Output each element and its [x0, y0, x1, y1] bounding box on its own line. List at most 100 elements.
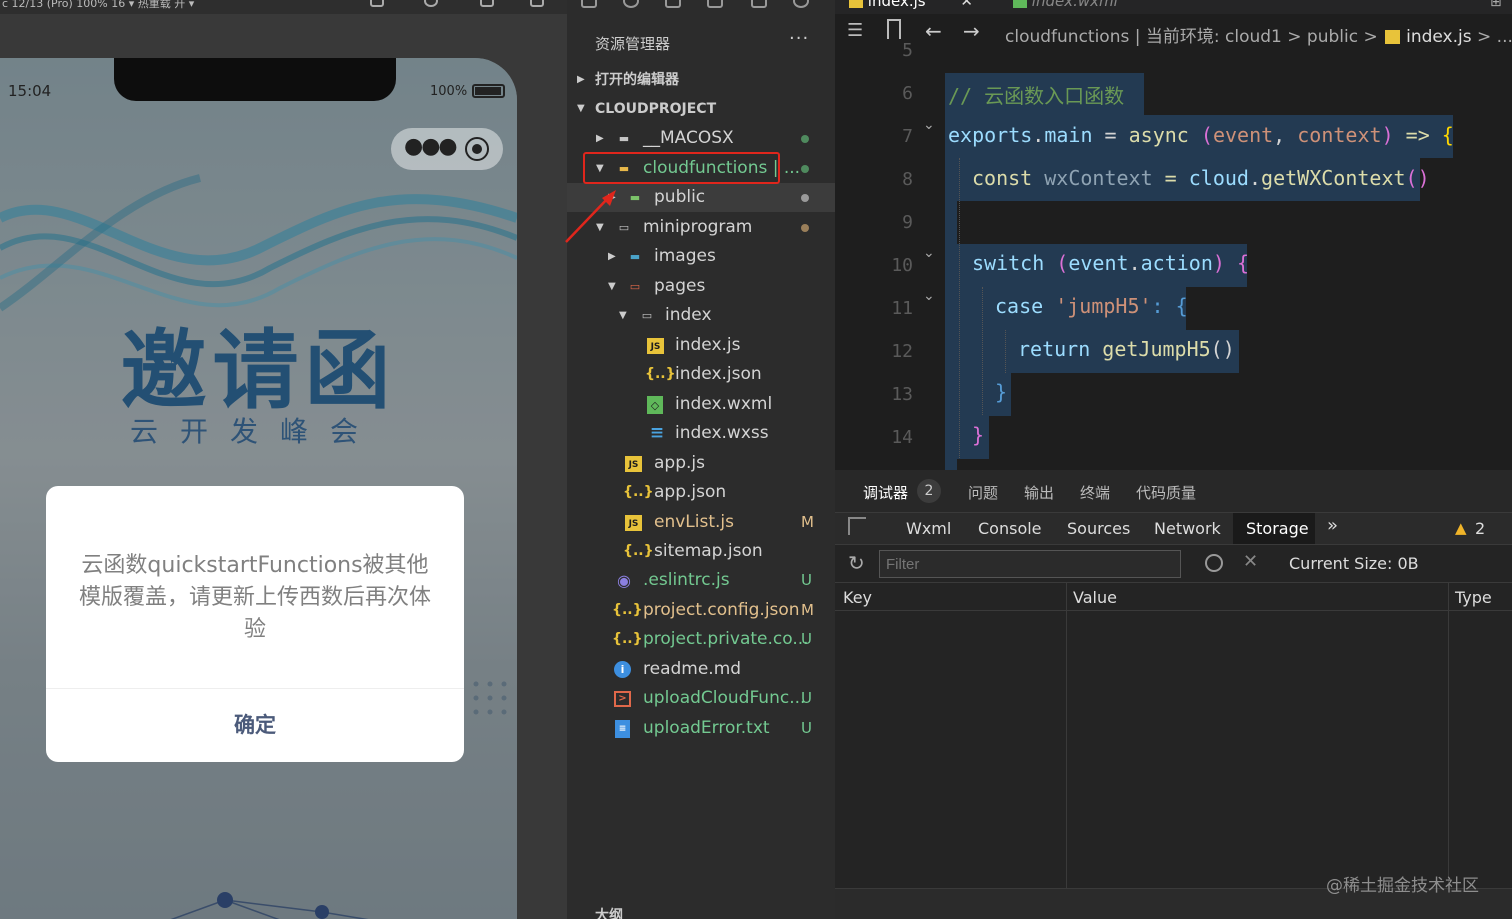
tree-item-project-config[interactable]: {..} project.config.json M — [567, 596, 835, 625]
extensions-icon[interactable] — [707, 0, 723, 8]
tab-index-js[interactable]: index.js ✕ — [849, 0, 973, 14]
chevron-right-icon[interactable]: ▶ — [596, 124, 604, 153]
close-icon[interactable]: ✕ — [960, 0, 973, 10]
chevron-down-icon[interactable]: ▼ — [577, 95, 585, 123]
tree-item-index-json[interactable]: {..} index.json — [567, 360, 835, 389]
breadcrumb-text[interactable]: cloudfunctions | 当前环境: cloud1 > public > — [1005, 27, 1383, 47]
code-token: ) { — [1212, 251, 1249, 275]
clear-all-icon[interactable] — [1205, 554, 1223, 572]
tab-storage[interactable]: Storage — [1233, 513, 1315, 545]
project-section[interactable]: ▼ CLOUDPROJECT — [567, 95, 835, 123]
breadcrumb-path[interactable]: cloudfunctions | 当前环境: cloud1 > public >… — [1005, 22, 1512, 47]
column-divider[interactable] — [1448, 583, 1449, 889]
search-icon[interactable] — [623, 0, 639, 8]
tree-item-index-folder[interactable]: ▼ ▭ index — [567, 301, 835, 330]
chevron-down-icon[interactable]: ▼ — [608, 272, 616, 301]
modal-dialog: 云函数quickstartFunctions被其他模版覆盖，请更新上传西数后再次… — [46, 486, 464, 762]
breadcrumb-file[interactable]: index.js — [1406, 27, 1472, 47]
code-line-10[interactable]: switch (event.action) { — [972, 251, 1249, 275]
indent-guide — [982, 287, 983, 415]
tree-item-app-js[interactable]: JS app.js — [567, 449, 835, 478]
code-editor[interactable]: index.js ✕ index.wxml ⊞ ☰ ← → cloudfunct… — [835, 0, 1512, 470]
more-dots-icon[interactable]: ●●● — [404, 134, 458, 159]
js-file-icon: JS — [647, 338, 664, 354]
json-file-icon: {..} — [623, 543, 654, 559]
debug-icon[interactable] — [751, 0, 767, 8]
forward-arrow-icon[interactable]: → — [963, 19, 980, 43]
tree-item-index-wxss[interactable]: ≡ index.wxss — [567, 419, 835, 448]
tree-item-pages[interactable]: ▼ ▭ pages — [567, 272, 835, 301]
fold-chevron-icon[interactable]: ⌄ — [923, 288, 935, 304]
source-control-icon[interactable] — [665, 0, 681, 8]
breadcrumb-tail[interactable]: > ... — [1477, 27, 1512, 47]
files-icon[interactable] — [581, 0, 597, 8]
confirm-button[interactable]: 确定 — [46, 689, 464, 762]
storage-table[interactable]: Key Value Type — [835, 582, 1512, 889]
tab-problems[interactable]: 问题 — [968, 482, 998, 503]
tree-item-index-js[interactable]: JS index.js — [567, 331, 835, 360]
phone-icon[interactable] — [480, 0, 494, 7]
tab-terminal[interactable]: 终端 — [1080, 482, 1110, 503]
tab-sources[interactable]: Sources — [1067, 519, 1130, 538]
warning-count[interactable]: 2 — [1475, 519, 1485, 538]
tab-index-wxml[interactable]: index.wxml — [1013, 0, 1118, 14]
list-icon[interactable]: ☰ — [847, 20, 863, 41]
tree-item-readme[interactable]: i readme.md — [567, 655, 835, 684]
column-key[interactable]: Key — [843, 588, 872, 607]
tree-item-macosx[interactable]: ▶ ▬ __MACOSX — [567, 124, 835, 153]
tree-item-envlist-js[interactable]: JS envList.js M — [567, 508, 835, 537]
column-divider[interactable] — [1066, 583, 1067, 889]
fold-chevron-icon[interactable]: ⌄ — [923, 117, 935, 133]
more-tabs-icon[interactable]: » — [1327, 515, 1338, 536]
tab-code-quality[interactable]: 代码质量 — [1136, 482, 1196, 503]
code-line-12[interactable]: return getJumpH5() — [1018, 337, 1235, 361]
line-number: 12 — [891, 341, 913, 362]
tab-console[interactable]: Console — [978, 519, 1042, 538]
window-icon[interactable] — [530, 0, 544, 7]
tree-item-uploaderror[interactable]: ≡ uploadError.txt U — [567, 714, 835, 743]
tab-network[interactable]: Network — [1154, 519, 1221, 538]
more-actions-icon[interactable]: ··· — [789, 28, 809, 49]
split-editor-icon[interactable]: ⊞ — [1490, 0, 1502, 10]
tab-wxml[interactable]: Wxml — [906, 519, 951, 538]
back-arrow-icon[interactable]: ← — [925, 19, 942, 43]
wxml-file-icon — [1013, 0, 1027, 8]
cloud-icon[interactable] — [793, 0, 809, 8]
close-target-icon[interactable] — [465, 137, 489, 161]
simulator-toolbar[interactable]: c 12/13 (Pro) 100% 16 ▾ 热重载 开 ▾ — [0, 0, 567, 14]
code-line-14[interactable]: } — [972, 423, 984, 447]
delete-selected-icon[interactable]: ✕ — [1243, 551, 1258, 572]
code-line-11[interactable]: case 'jumpH5': { — [995, 294, 1188, 318]
code-line-8[interactable]: const wxContext = cloud.getWXContext() — [972, 166, 1430, 190]
mini-program-capsule[interactable]: ●●● — [391, 128, 503, 170]
tree-item-app-json[interactable]: {..} app.json — [567, 478, 835, 507]
tab-output[interactable]: 输出 — [1024, 482, 1054, 503]
filter-input[interactable] — [879, 550, 1181, 578]
code-line-6[interactable]: // 云函数入口函数 — [948, 80, 1124, 109]
warning-icon[interactable]: ▲ — [1455, 519, 1467, 537]
inspect-element-icon[interactable] — [848, 517, 866, 535]
tree-item-index-wxml[interactable]: ◇ index.wxml — [567, 390, 835, 419]
code-line-7[interactable]: exports.main = async (event, context) =>… — [948, 123, 1454, 147]
table-header: Key Value Type — [835, 583, 1512, 611]
invitation-title: 邀请函 — [120, 320, 397, 421]
bookmark-icon[interactable] — [887, 19, 901, 39]
refresh-icon[interactable] — [370, 0, 384, 7]
code-line-13[interactable]: } — [995, 380, 1007, 404]
simulator-toolbar-text[interactable]: c 12/13 (Pro) 100% 16 ▾ 热重载 开 ▾ — [2, 0, 194, 10]
refresh-icon[interactable]: ↻ — [848, 551, 865, 575]
chevron-down-icon[interactable]: ▼ — [619, 301, 627, 330]
chevron-right-icon[interactable]: ▶ — [577, 66, 585, 94]
open-editors-section[interactable]: ▶ 打开的编辑器 — [567, 66, 835, 94]
fold-chevron-icon[interactable]: ⌄ — [923, 245, 935, 261]
tab-debugger[interactable]: 调试器 — [863, 482, 908, 503]
record-icon[interactable] — [424, 0, 438, 7]
tree-item-uploadcloudfunc[interactable]: > uploadCloudFunc... U — [567, 684, 835, 713]
column-type[interactable]: Type — [1455, 588, 1492, 607]
tree-item-eslintrc[interactable]: ◉ .eslintrc.js U — [567, 566, 835, 595]
column-value[interactable]: Value — [1073, 588, 1117, 607]
tree-item-sitemap-json[interactable]: {..} sitemap.json — [567, 537, 835, 566]
network-decoration — [170, 892, 369, 919]
outline-section[interactable]: 大纲 — [567, 905, 835, 919]
tree-item-project-private[interactable]: {..} project.private.co... U — [567, 625, 835, 654]
